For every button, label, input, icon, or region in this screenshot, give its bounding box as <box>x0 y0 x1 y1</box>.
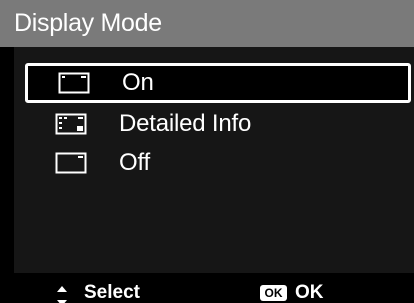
menu-item-label: Detailed Info <box>119 110 252 137</box>
select-hint: Select <box>84 282 140 303</box>
ok-button-icon: OK <box>260 285 287 301</box>
footer-hints: Select OK OK <box>0 282 414 303</box>
up-down-arrows-icon <box>57 286 67 303</box>
display-off-icon <box>55 152 87 174</box>
title-bar: Display Mode <box>0 0 414 47</box>
display-mode-screen: Display Mode On Detailed Info Off Select… <box>0 0 414 303</box>
ok-hint-label: OK <box>295 282 324 303</box>
page-title: Display Mode <box>14 9 162 37</box>
menu-item-off[interactable]: Off <box>25 143 411 183</box>
display-on-icon <box>58 72 90 94</box>
select-hint-label: Select <box>84 282 140 303</box>
ok-hint: OK OK <box>260 282 324 303</box>
menu-item-on[interactable]: On <box>25 63 411 103</box>
menu-item-label: On <box>122 69 154 96</box>
menu-item-label: Off <box>119 149 150 176</box>
menu-item-detailed-info[interactable]: Detailed Info <box>25 104 411 144</box>
display-detailed-icon <box>55 113 87 135</box>
